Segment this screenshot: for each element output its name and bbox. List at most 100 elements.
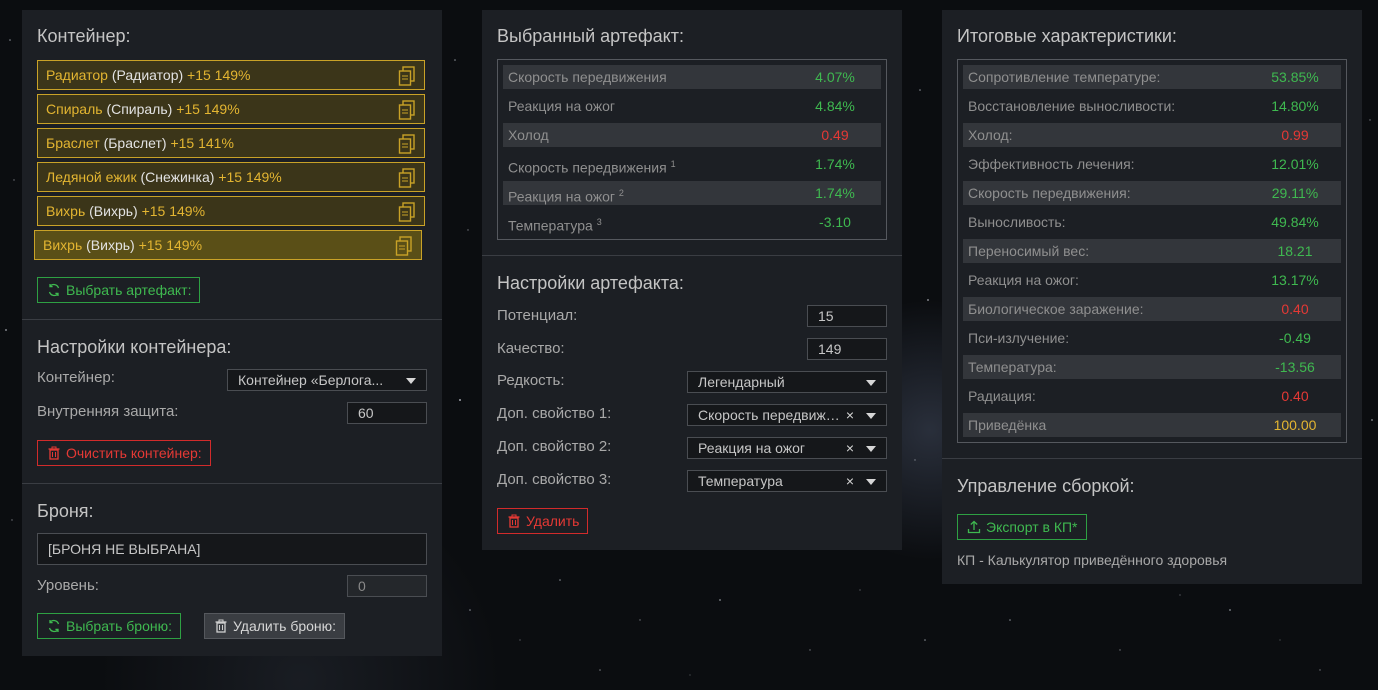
upload-icon (967, 520, 981, 534)
total-row: Холод: 0.99 (963, 123, 1341, 147)
total-label: Реакция на ожог: (968, 272, 1079, 288)
total-value: 18.21 (1277, 243, 1313, 259)
chevron-down-icon (866, 413, 876, 419)
item-type: (Браслет) (103, 135, 167, 151)
trash-icon (48, 446, 60, 460)
prop2-value: Реакция на ожог (698, 440, 806, 456)
total-row: Температура: -13.56 (963, 355, 1341, 379)
stat-label: Скорость передвижения (508, 69, 667, 85)
chevron-down-icon (866, 479, 876, 485)
stat-row: Реакция на ожог 2 1.74% (503, 181, 881, 205)
inner-protection-label: Внутренняя защита: (37, 403, 179, 420)
divider (482, 255, 902, 256)
build-management-title: Управление сборкой: (957, 476, 1135, 496)
container-item-1[interactable]: Радиатор (Радиатор) +15 149% (37, 60, 425, 90)
total-label: Эффективность лечения: (968, 156, 1135, 172)
container-select-value: Контейнер «Берлога... (238, 372, 384, 388)
delete-artifact-button[interactable]: Удалить (497, 508, 589, 534)
trash-icon (508, 514, 520, 528)
total-value: 53.85% (1271, 69, 1319, 85)
item-type: (Спираль) (106, 101, 173, 117)
container-panel: Контейнер: Радиатор (Радиатор) +15 149% … (22, 10, 442, 656)
stat-row: Скорость передвижения 1 1.74% (503, 152, 881, 176)
total-value: 29.11% (1271, 185, 1319, 201)
footnote: КП - Калькулятор приведённого здоровья (957, 552, 1228, 568)
stat-label: Реакция на ожог (508, 98, 616, 114)
item-quality: +15 141% (170, 135, 234, 151)
level-label: Уровень: (37, 577, 99, 594)
potential-label: Потенциал: (497, 307, 578, 324)
total-label: Пси-излучение: (968, 330, 1070, 346)
copy-icon[interactable] (398, 66, 416, 86)
total-row: Скорость передвижения: 29.11% (963, 181, 1341, 205)
total-value: 49.84% (1271, 214, 1319, 230)
inner-protection-input[interactable]: 60 (347, 402, 427, 424)
container-item-4[interactable]: Ледяной ежик (Снежинка) +15 149% (37, 162, 425, 192)
export-button[interactable]: Экспорт в КП* (957, 514, 1087, 540)
clear-icon[interactable]: × (846, 405, 854, 425)
total-label: Биологическое заражение: (968, 301, 1144, 317)
copy-icon[interactable] (398, 100, 416, 120)
total-row: Эффективность лечения: 12.01% (963, 152, 1341, 176)
select-artifact-label: Выбрать артефакт: (66, 282, 192, 298)
select-armor-label: Выбрать броню: (66, 618, 172, 634)
delete-armor-button[interactable]: Удалить броню: (204, 613, 346, 639)
total-row: Биологическое заражение: 0.40 (963, 297, 1341, 321)
item-quality: +15 149% (176, 101, 240, 117)
divider (22, 319, 442, 320)
stat-value: 4.07% (815, 69, 855, 85)
prop2-select[interactable]: Реакция на ожог × (687, 437, 887, 459)
delete-armor-label: Удалить броню: (233, 618, 337, 634)
prop1-select[interactable]: Скорость передвижения × (687, 404, 887, 426)
copy-icon[interactable] (398, 134, 416, 154)
container-select[interactable]: Контейнер «Берлога... (227, 369, 427, 391)
item-quality: +15 149% (141, 203, 206, 219)
select-artifact-button[interactable]: Выбрать артефакт: (37, 277, 201, 303)
copy-icon[interactable] (395, 236, 413, 256)
potential-input[interactable]: 15 (807, 305, 887, 327)
select-armor-button[interactable]: Выбрать броню: (37, 613, 181, 639)
totals-panel: Итоговые характеристики: Сопротивление т… (942, 10, 1362, 584)
chevron-down-icon (866, 380, 876, 386)
item-quality: +15 149% (138, 237, 203, 253)
total-row: Приведёнка 100.00 (963, 413, 1341, 437)
stat-row: Температура 3 -3.10 (503, 210, 881, 234)
totals-stats-table: Сопротивление температуре: 53.85% Восстан… (957, 59, 1347, 443)
prop3-label: Доп. свойство 3: (497, 471, 612, 488)
stat-label: Реакция на ожог 2 (508, 188, 624, 205)
level-input[interactable]: 0 (347, 575, 427, 597)
armor-field[interactable]: [БРОНЯ НЕ ВЫБРАНА] (37, 533, 427, 565)
item-name: Спираль (46, 101, 103, 117)
total-label: Переносимый вес: (968, 243, 1090, 259)
container-settings-title: Настройки контейнера: (37, 337, 232, 357)
total-value: 100.00 (1273, 417, 1317, 433)
container-item-3[interactable]: Браслет (Браслет) +15 141% (37, 128, 425, 158)
stat-row: Скорость передвижения 4.07% (503, 65, 881, 89)
container-item-5[interactable]: Вихрь (Вихрь) +15 149% (37, 196, 425, 226)
prop3-select[interactable]: Температура × (687, 470, 887, 492)
clear-icon[interactable]: × (846, 471, 854, 491)
container-item-2[interactable]: Спираль (Спираль) +15 149% (37, 94, 425, 124)
copy-icon[interactable] (398, 168, 416, 188)
total-value: 12.01% (1271, 156, 1319, 172)
item-name: Ледяной ежик (46, 169, 137, 185)
stat-label: Температура 3 (508, 217, 602, 234)
clear-icon[interactable]: × (846, 438, 854, 458)
prop3-value: Температура (698, 473, 783, 489)
total-row: Пси-излучение: -0.49 (963, 326, 1341, 350)
quality-input[interactable]: 149 (807, 338, 887, 360)
total-label: Сопротивление температуре: (968, 69, 1161, 85)
item-quality: +15 149% (218, 169, 282, 185)
stat-value: -3.10 (819, 214, 851, 230)
armor-title: Броня: (37, 501, 94, 521)
item-quality: +15 149% (187, 67, 251, 83)
clear-container-button[interactable]: Очистить контейнер: (37, 440, 211, 466)
rarity-select[interactable]: Легендарный (687, 371, 887, 393)
refresh-icon (48, 283, 60, 297)
copy-icon[interactable] (398, 202, 416, 222)
item-name: Радиатор (46, 67, 108, 83)
container-item-6-selected[interactable]: Вихрь (Вихрь) +15 149% (34, 230, 422, 260)
divider (22, 483, 442, 484)
total-row: Реакция на ожог: 13.17% (963, 268, 1341, 292)
item-type: (Вихрь) (86, 237, 135, 253)
